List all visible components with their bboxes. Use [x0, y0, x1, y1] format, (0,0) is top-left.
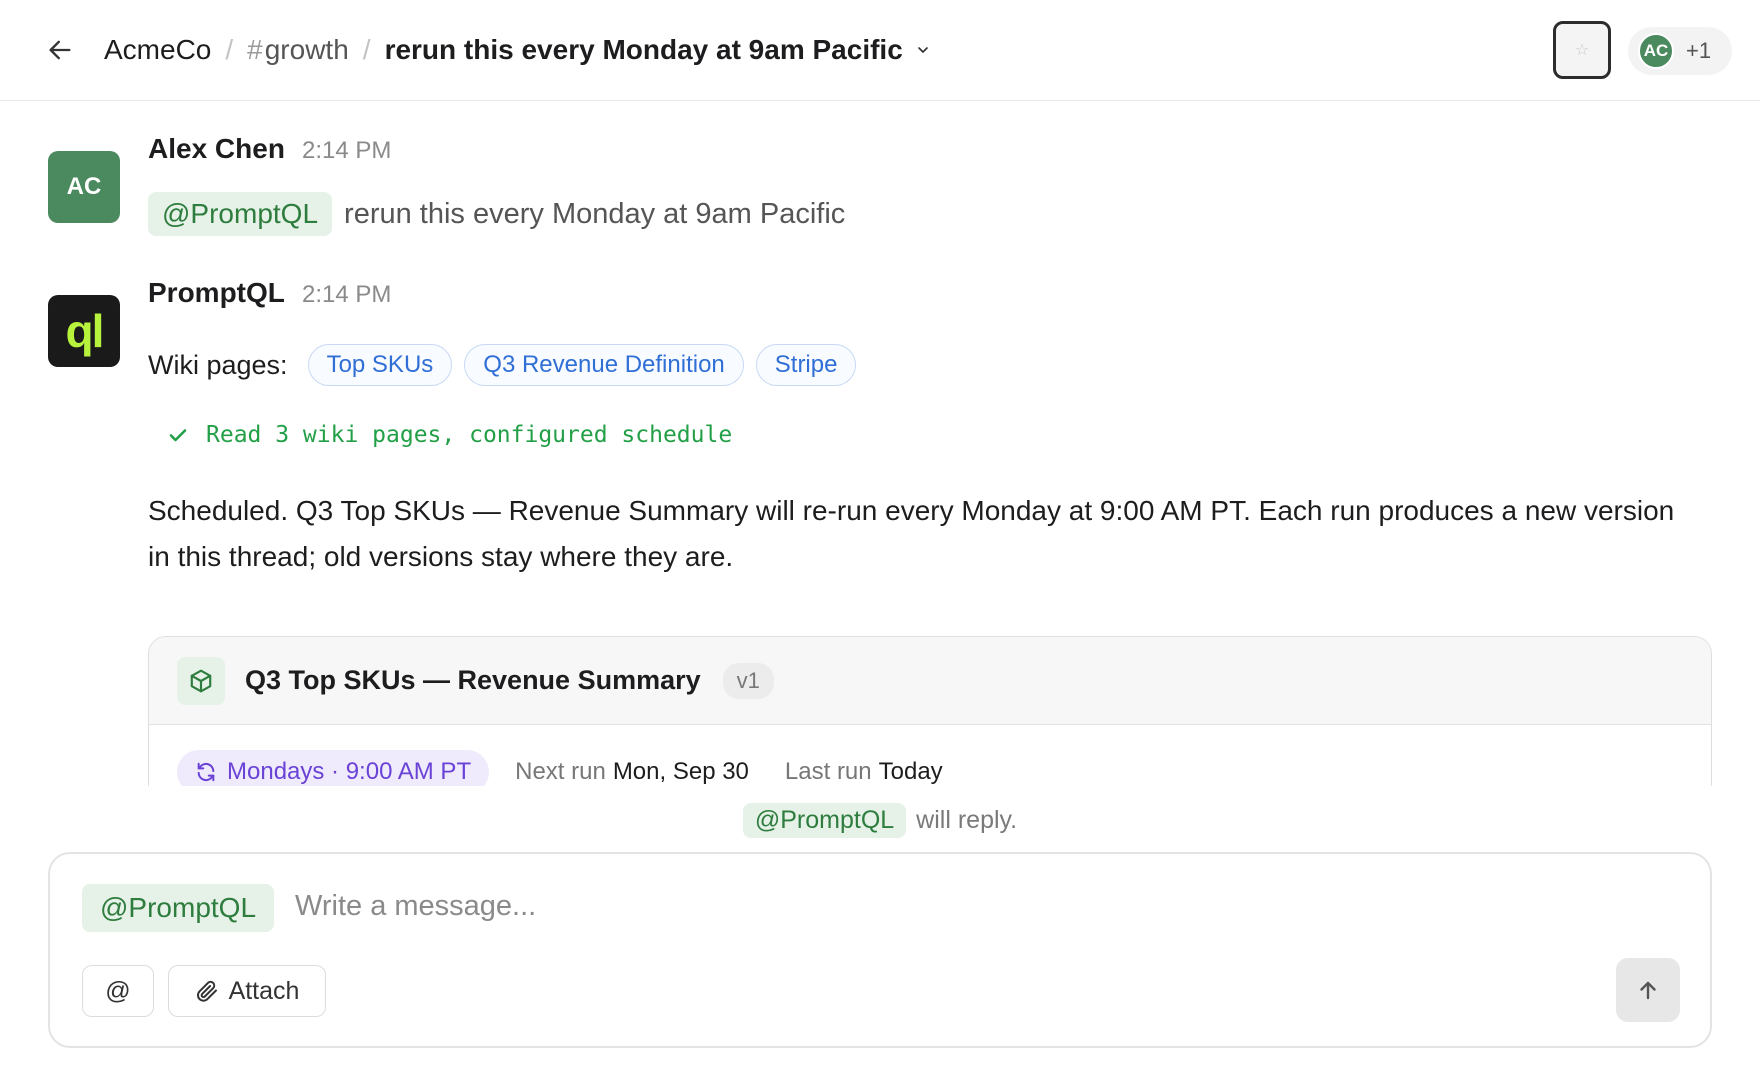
avatar[interactable]: AC: [48, 151, 120, 223]
refresh-icon: [195, 761, 217, 783]
message-timestamp: 2:14 PM: [302, 137, 392, 164]
wiki-pages-row: Wiki pages: Top SKUs Q3 Revenue Definiti…: [148, 343, 868, 387]
channel-hash-icon: #: [247, 34, 263, 65]
artifact-title[interactable]: Q3 Top SKUs — Revenue Summary: [245, 665, 701, 696]
last-run: Last run Today: [785, 750, 943, 786]
message-input[interactable]: [295, 882, 1595, 930]
breadcrumb-channel[interactable]: #growth: [247, 34, 349, 66]
tool-status[interactable]: Read 3 wiki pages, configured schedule: [166, 419, 732, 451]
wiki-page-chip[interactable]: Top SKUs: [307, 344, 453, 386]
version-badge[interactable]: v1: [722, 662, 774, 699]
last-run-value: Today: [878, 758, 943, 785]
reply-hint-text: will reply.: [916, 805, 1018, 834]
mention-button[interactable]: @: [82, 965, 154, 1017]
artifact-card[interactable]: Q3 Top SKUs — Revenue Summary v1 Mondays…: [148, 636, 1712, 786]
last-run-label: Last run: [784, 758, 872, 785]
schedule-chip[interactable]: Mondays · 9:00 AM PT: [177, 750, 490, 786]
reply-hint: @PromptQL will reply.: [0, 802, 1760, 838]
message-timestamp: 2:14 PM: [302, 281, 392, 308]
cube-icon: [177, 656, 225, 705]
chevron-down-icon[interactable]: [915, 42, 931, 58]
next-run-value: Mon, Sep 30: [612, 758, 749, 785]
top-bar: AcmeCo / #growth / rerun this every Mond…: [0, 0, 1760, 101]
channel-name: growth: [264, 34, 349, 65]
artifact-header: Q3 Top SKUs — Revenue Summary v1: [149, 637, 1711, 725]
paperclip-icon: [195, 979, 219, 1003]
breadcrumb-separator: /: [225, 34, 234, 65]
promptql-logo[interactable]: ql: [48, 295, 120, 367]
presence-extra-count: +1: [1686, 38, 1712, 63]
next-run: Next run Mon, Sep 30: [515, 750, 749, 786]
wiki-page-chip[interactable]: Q3 Revenue Definition: [464, 344, 744, 386]
tool-status-text: Read 3 wiki pages, configured schedule: [206, 422, 733, 448]
arrow-left-icon: [49, 40, 71, 60]
check-icon: [166, 423, 190, 447]
mention-chip[interactable]: @PromptQL: [148, 192, 333, 236]
attach-button[interactable]: Attach: [168, 965, 326, 1017]
breadcrumb-workspace[interactable]: AcmeCo: [104, 34, 211, 66]
thread-title[interactable]: rerun this every Monday at 9am Pacific: [385, 34, 903, 66]
breadcrumb-separator: /: [362, 34, 371, 65]
attach-label: Attach: [228, 976, 300, 1005]
mention-chip: @PromptQL: [742, 802, 907, 838]
back-button[interactable]: [44, 34, 76, 66]
wiki-page-chip[interactable]: Stripe: [755, 344, 857, 386]
message-list[interactable]: AC Alex Chen 2:14 PM @PromptQL rerun thi…: [0, 101, 1760, 786]
star-button[interactable]: ☆: [1553, 21, 1611, 79]
sender-name[interactable]: Alex Chen: [148, 133, 285, 165]
arrow-up-icon: [1640, 981, 1656, 1000]
composer-mention-chip[interactable]: @PromptQL: [82, 884, 275, 932]
star-icon: ☆: [1574, 42, 1590, 59]
message-text: Scheduled. Q3 Top SKUs — Revenue Summary…: [148, 495, 1675, 572]
wiki-pages-label: Wiki pages:: [148, 349, 288, 380]
sender-name[interactable]: PromptQL: [148, 277, 285, 309]
breadcrumb: AcmeCo / #growth / rerun this every Mond…: [104, 30, 931, 70]
avatar: AC: [1638, 33, 1674, 69]
schedule-text: Mondays · 9:00 AM PT: [227, 758, 472, 785]
presence-indicator[interactable]: AC +1: [1628, 27, 1732, 75]
message-composer[interactable]: @PromptQL @ Attach: [48, 852, 1712, 1048]
message-body: @PromptQL rerun this every Monday at 9am…: [148, 191, 845, 237]
message-text: rerun this every Monday at 9am Pacific: [344, 197, 846, 230]
artifact-schedule-row: Mondays · 9:00 AM PT Next run Mon, Sep 30…: [149, 725, 1711, 786]
send-button[interactable]: [1616, 958, 1680, 1022]
next-run-label: Next run: [515, 758, 606, 785]
